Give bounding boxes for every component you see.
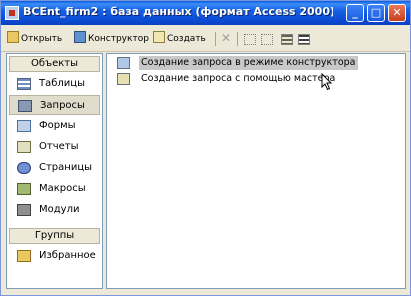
macro-icon xyxy=(17,183,31,195)
sidebar-item-pages[interactable]: Страницы xyxy=(9,158,100,178)
small-icons-icon[interactable] xyxy=(261,34,273,45)
open-label: Открыть xyxy=(21,34,63,44)
toolbar-separator xyxy=(215,32,216,46)
close-button[interactable]: ✕ xyxy=(388,4,406,22)
object-list: Создание запроса в режиме конструктора С… xyxy=(106,53,406,289)
create-button[interactable]: Создать xyxy=(153,30,206,48)
mouse-pointer-icon xyxy=(321,73,333,91)
large-icons-icon[interactable] xyxy=(244,34,256,45)
form-icon xyxy=(17,120,31,132)
minimize-button[interactable]: _ xyxy=(346,4,364,22)
design-label: Конструктор xyxy=(88,34,149,44)
list-view-icon[interactable] xyxy=(281,34,293,45)
title-bar[interactable]: BCEnt_firm2 : база данных (формат Access… xyxy=(1,1,410,25)
open-button[interactable]: Открыть xyxy=(7,30,62,48)
sidebar-item-queries[interactable]: Запросы xyxy=(9,95,100,115)
details-view-icon[interactable] xyxy=(298,34,310,45)
query-icon xyxy=(18,100,32,112)
groups-header[interactable]: Группы xyxy=(9,228,100,244)
objects-bar: Объекты Таблицы Запросы Формы Отчеты Стр… xyxy=(6,53,103,289)
create-icon xyxy=(153,31,165,43)
sidebar-item-favorites[interactable]: Избранное xyxy=(9,246,100,266)
sidebar-item-tables[interactable]: Таблицы xyxy=(9,74,100,94)
favorites-icon xyxy=(17,250,31,262)
module-icon xyxy=(17,204,31,216)
open-icon xyxy=(7,31,19,43)
database-window: BCEnt_firm2 : база данных (формат Access… xyxy=(0,0,411,296)
sidebar-item-macros[interactable]: Макросы xyxy=(9,179,100,199)
window-title: BCEnt_firm2 : база данных (формат Access… xyxy=(23,5,333,18)
toolbar-separator xyxy=(237,32,238,46)
toolbar: Открыть Конструктор Создать ✕ xyxy=(1,27,410,52)
list-item[interactable]: Создание запроса с помощью мастера xyxy=(115,72,405,86)
list-item[interactable]: Создание запроса в режиме конструктора xyxy=(115,56,405,70)
objects-header[interactable]: Объекты xyxy=(9,56,100,72)
wizard-icon xyxy=(117,73,130,85)
design-view-icon xyxy=(117,57,130,69)
create-label: Создать xyxy=(167,34,206,44)
sidebar-item-reports[interactable]: Отчеты xyxy=(9,137,100,157)
maximize-button[interactable]: □ xyxy=(367,4,385,22)
design-button[interactable]: Конструктор xyxy=(74,30,149,48)
report-icon xyxy=(17,141,31,153)
sidebar-item-forms[interactable]: Формы xyxy=(9,116,100,136)
design-icon xyxy=(74,31,86,43)
page-icon xyxy=(17,162,31,174)
delete-icon[interactable]: ✕ xyxy=(221,32,233,44)
table-icon xyxy=(17,78,31,90)
access-app-icon xyxy=(5,6,19,20)
sidebar-item-modules[interactable]: Модули xyxy=(9,200,100,220)
